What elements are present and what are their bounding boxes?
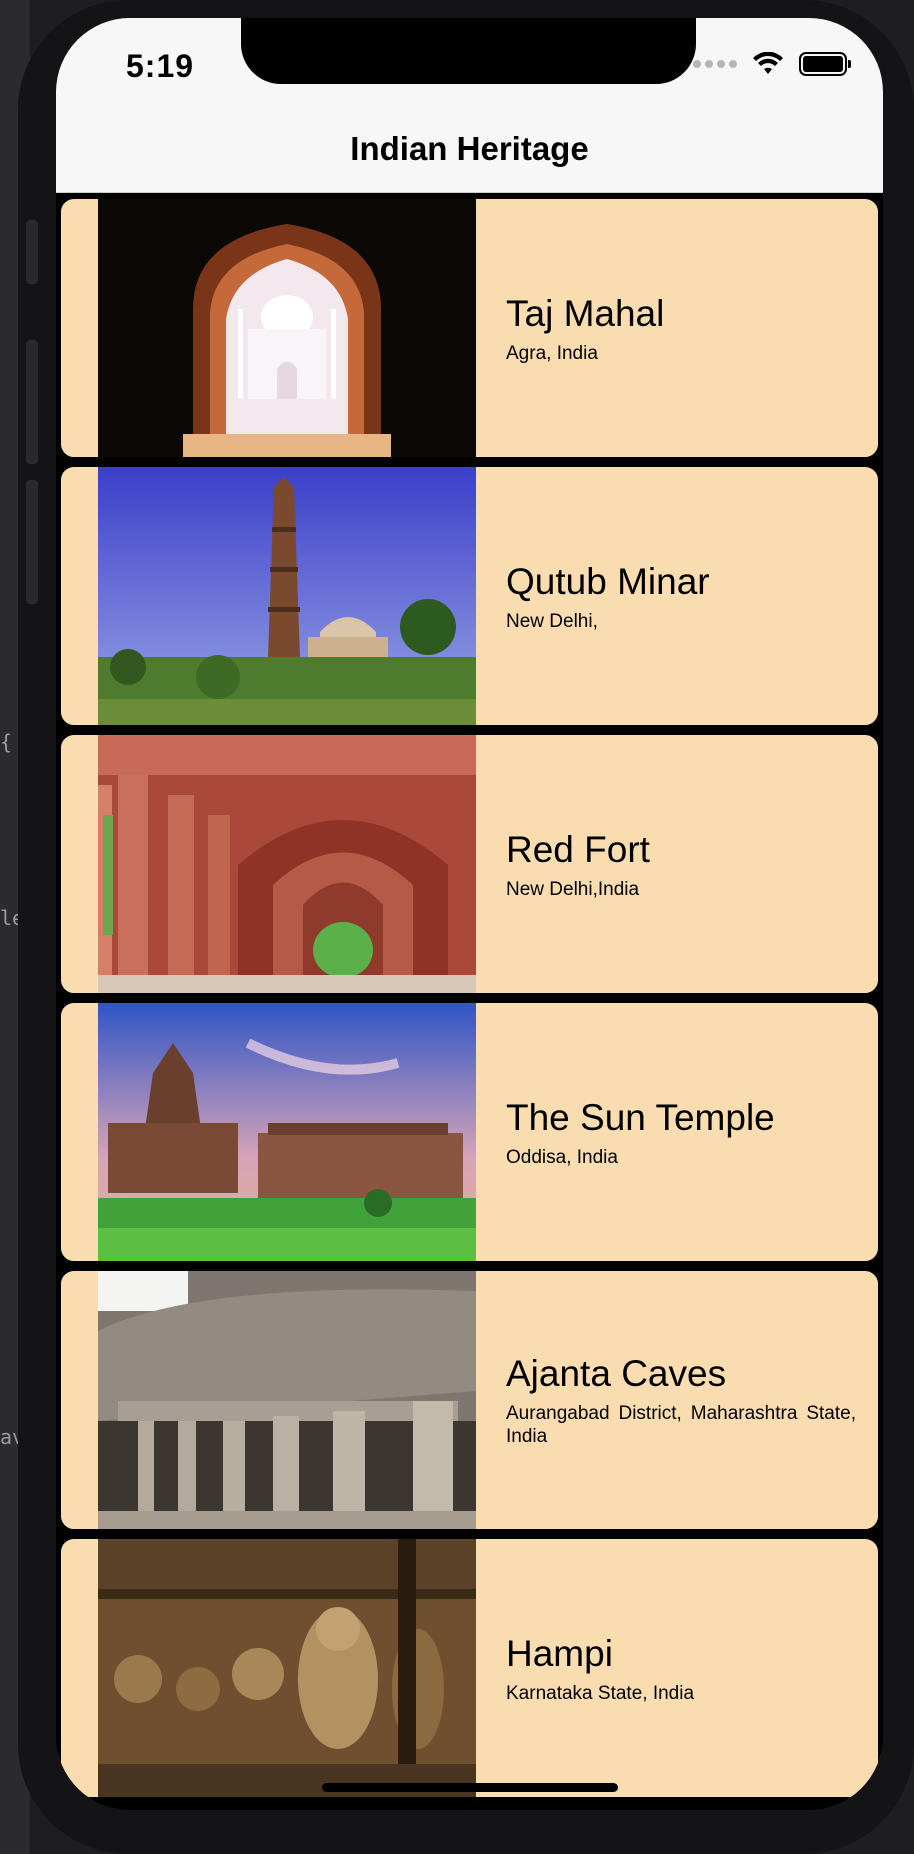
- place-name: Qutub Minar: [506, 560, 710, 602]
- list-item[interactable]: Red Fort New Delhi,India: [56, 730, 883, 998]
- battery-icon: [799, 52, 851, 76]
- cellular-signal-icon: [693, 60, 737, 68]
- wifi-icon: [753, 52, 783, 74]
- volume-up-button: [26, 340, 38, 464]
- sun-temple-photo: [98, 1003, 476, 1261]
- place-name: Red Fort: [506, 828, 650, 870]
- heritage-list[interactable]: Taj Mahal Agra, India Qutub Minar New De…: [56, 194, 883, 1802]
- page-title: Indian Heritage: [350, 130, 589, 167]
- taj-mahal-photo: [98, 199, 476, 457]
- place-name: Taj Mahal: [506, 292, 665, 334]
- place-location: New Delhi,India: [506, 878, 640, 900]
- place-location: Karnataka State, India: [506, 1682, 695, 1704]
- hampi-photo: [98, 1539, 476, 1797]
- status-icons: [693, 52, 851, 76]
- place-name: Ajanta Caves: [506, 1353, 727, 1394]
- list-item[interactable]: Ajanta Caves Aurangabad District, Mahara…: [56, 1266, 883, 1534]
- ajanta-caves-photo: [98, 1271, 476, 1529]
- code-fragment: {: [0, 730, 13, 754]
- place-location: New Delhi,: [506, 610, 598, 632]
- volume-down-button: [26, 480, 38, 604]
- red-fort-photo: [98, 735, 476, 993]
- list-item[interactable]: Hampi Karnataka State, India: [56, 1534, 883, 1802]
- mute-switch: [26, 220, 38, 284]
- list-item[interactable]: Taj Mahal Agra, India: [56, 194, 883, 462]
- home-indicator[interactable]: [322, 1783, 618, 1792]
- notch: [241, 18, 696, 84]
- list-item[interactable]: The Sun Temple Oddisa, India: [56, 998, 883, 1266]
- place-location: Agra, India: [506, 342, 598, 364]
- list-item[interactable]: Qutub Minar New Delhi,: [56, 462, 883, 730]
- place-name: The Sun Temple: [506, 1096, 775, 1138]
- navigation-bar: 5:19 Indian Heritage: [56, 18, 883, 193]
- qutub-minar-photo: [98, 467, 476, 725]
- place-name: Hampi: [506, 1632, 613, 1674]
- place-location: Oddisa, India: [506, 1146, 618, 1168]
- phone-screen: 5:19 Indian Heritage Taj Mahal Agra, Ind…: [56, 18, 883, 1810]
- status-time: 5:19: [126, 48, 195, 84]
- place-location: Aurangabad District, Maharashtra State, …: [506, 1403, 856, 1447]
